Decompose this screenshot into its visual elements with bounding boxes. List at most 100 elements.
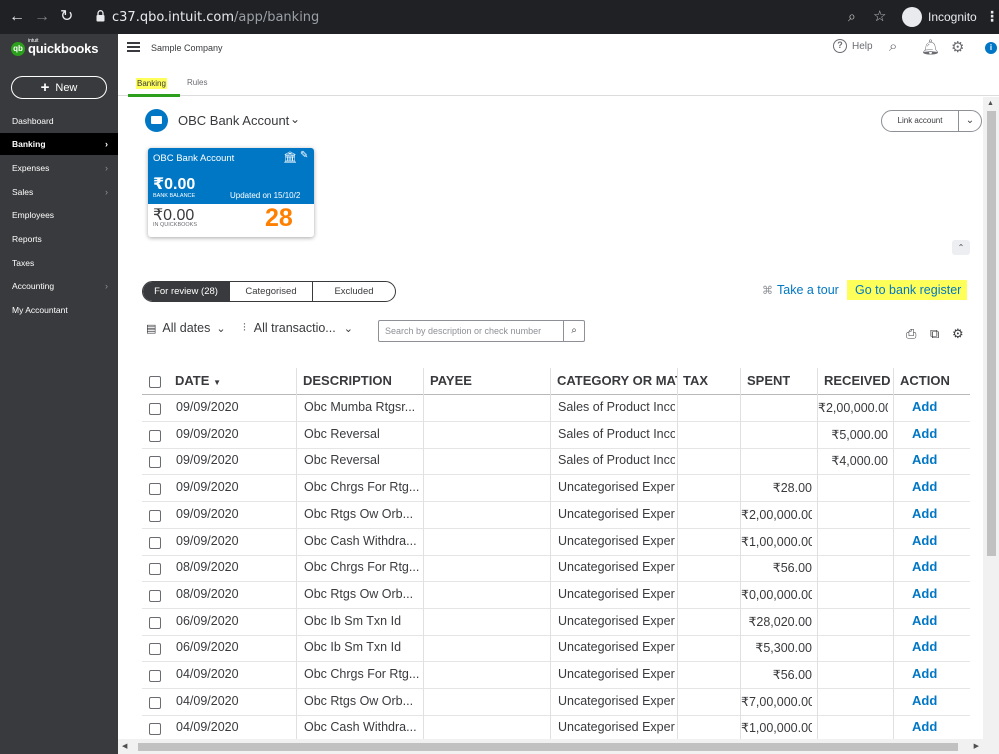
row-checkbox[interactable] xyxy=(149,643,161,656)
help-button[interactable]: ? Help xyxy=(833,39,873,53)
row-checkbox[interactable] xyxy=(149,429,161,442)
info-badge[interactable]: i xyxy=(985,42,997,54)
sidebar-item-reports[interactable]: Reports xyxy=(0,228,118,250)
table-row[interactable]: 06/09/2020 Obc Ib Sm Txn Id Uncategorised … xyxy=(142,609,970,636)
tab-rules[interactable]: Rules xyxy=(187,78,207,87)
sidebar-item-sales[interactable]: Sales › xyxy=(0,181,118,203)
cell-category[interactable]: Uncategorised Exper xyxy=(558,614,675,628)
back-arrow-icon[interactable]: ← xyxy=(9,8,25,26)
search-icon[interactable]: ⌕ xyxy=(889,38,897,55)
tab-categorised[interactable]: Categorised xyxy=(230,282,313,301)
cell-category[interactable]: Uncategorised Exper xyxy=(558,720,675,734)
chevron-down-icon[interactable]: ⌄ xyxy=(290,112,300,126)
row-checkbox[interactable] xyxy=(149,589,161,602)
table-row[interactable]: 08/09/2020 Obc Rtgs Ow Orb... Uncategorise… xyxy=(142,582,970,609)
cell-category[interactable]: Sales of Product Inco xyxy=(558,400,675,414)
quickbooks-logo[interactable]: qb intuit quickbooks xyxy=(11,38,98,56)
row-checkbox[interactable] xyxy=(149,670,161,682)
column-header-payee[interactable]: PAYEE xyxy=(430,373,472,388)
account-selector[interactable]: OBC Bank Account xyxy=(178,113,289,128)
browser-menu-icon[interactable]: ⋮ xyxy=(985,8,999,25)
row-checkbox[interactable] xyxy=(149,616,161,629)
take-a-tour-link[interactable]: ⌘ Take a tour xyxy=(762,283,839,297)
link-account-label[interactable]: Link account xyxy=(882,111,959,131)
row-checkbox[interactable] xyxy=(149,563,161,576)
transaction-filter-dropdown[interactable]: ⫶ All transactio... ⌄ xyxy=(243,321,353,335)
horizontal-scrollbar[interactable]: ◀ ▶ xyxy=(118,739,983,754)
row-checkbox[interactable] xyxy=(149,696,161,709)
row-checkbox[interactable] xyxy=(149,456,161,469)
add-button[interactable]: Add xyxy=(912,533,937,548)
cell-category[interactable]: Uncategorised Exper xyxy=(558,587,675,601)
cell-category[interactable]: Uncategorised Exper xyxy=(558,534,675,548)
table-row[interactable]: 06/09/2020 Obc Ib Sm Txn Id Uncategorised … xyxy=(142,635,970,663)
add-button[interactable]: Add xyxy=(912,613,937,628)
table-row[interactable]: 09/09/2020 Obc Cash Withdra... Uncategoris… xyxy=(142,529,970,556)
bookmark-star-icon[interactable]: ☆ xyxy=(873,7,886,25)
sidebar-item-my-accountant[interactable]: My Accountant xyxy=(0,299,118,321)
add-button[interactable]: Add xyxy=(912,506,937,521)
column-header-category[interactable]: CATEGORY OR MAT xyxy=(557,373,677,388)
table-row[interactable]: 08/09/2020 Obc Chrgs For Rtg... Uncategori… xyxy=(142,555,970,583)
horizontal-scroll-thumb[interactable] xyxy=(138,743,958,751)
table-row[interactable]: 04/09/2020 Obc Chrgs For Rtg... Uncategori… xyxy=(142,662,970,689)
cell-category[interactable]: Uncategorised Exper xyxy=(558,480,675,494)
tab-banking[interactable]: Banking xyxy=(128,78,180,97)
hamburger-menu-icon[interactable] xyxy=(127,42,140,52)
add-button[interactable]: Add xyxy=(912,452,937,467)
row-checkbox[interactable] xyxy=(149,723,161,736)
cell-category[interactable]: Uncategorised Exper xyxy=(558,507,675,521)
cell-category[interactable]: Uncategorised Exper xyxy=(558,560,675,574)
table-row[interactable]: 09/09/2020 Obc Chrgs For Rtg... Uncategori… xyxy=(142,475,970,503)
table-row[interactable]: 09/09/2020 Obc Reversal Sales of Product I… xyxy=(142,422,970,449)
add-button[interactable]: Add xyxy=(912,693,937,708)
column-header-tax[interactable]: TAX xyxy=(683,373,708,388)
scroll-right-arrow-icon[interactable]: ▶ xyxy=(974,742,979,750)
table-row[interactable]: 04/09/2020 Obc Rtgs Ow Orb... Uncategorise… xyxy=(142,689,970,716)
search-input[interactable] xyxy=(379,321,563,341)
export-icon[interactable]: ⧉ xyxy=(930,326,939,342)
date-filter-dropdown[interactable]: ▤ All dates ⌄ xyxy=(146,321,226,335)
print-icon[interactable]: ⎙ xyxy=(906,326,916,342)
forward-arrow-icon[interactable]: → xyxy=(34,8,50,26)
table-row[interactable]: 09/09/2020 Obc Reversal Sales of Product I… xyxy=(142,448,970,476)
scroll-left-arrow-icon[interactable]: ◀ xyxy=(122,742,127,750)
sidebar-item-accounting[interactable]: Accounting › xyxy=(0,275,118,297)
link-account-button[interactable]: Link account ⌄ xyxy=(881,110,982,132)
column-header-spent[interactable]: SPENT xyxy=(747,373,790,388)
vertical-scroll-thumb[interactable] xyxy=(987,111,996,556)
vertical-scrollbar[interactable]: ▲ xyxy=(983,97,999,754)
search-icon[interactable]: ⌕ xyxy=(563,321,584,341)
zoom-icon[interactable]: ⌕ xyxy=(848,8,856,25)
sidebar-item-banking[interactable]: Banking › xyxy=(0,133,118,155)
table-row[interactable]: 09/09/2020 Obc Mumba Rtgsr... Sales of Pro… xyxy=(142,395,970,422)
new-button[interactable]: + New xyxy=(11,76,107,99)
add-button[interactable]: Add xyxy=(912,666,937,681)
sidebar-item-expenses[interactable]: Expenses › xyxy=(0,157,118,179)
tab-for-review[interactable]: For review (28) xyxy=(143,282,230,301)
column-header-received[interactable]: RECEIVED xyxy=(824,373,890,388)
add-button[interactable]: Add xyxy=(912,639,937,654)
column-header-date[interactable]: DATE ▼ xyxy=(175,373,221,388)
edit-pencil-icon[interactable]: ✎ xyxy=(300,150,308,161)
chevron-down-icon[interactable]: ⌄ xyxy=(959,111,981,131)
cell-category[interactable]: Sales of Product Inco xyxy=(558,453,675,467)
cell-category[interactable]: Uncategorised Exper xyxy=(558,667,675,681)
add-button[interactable]: Add xyxy=(912,559,937,574)
row-checkbox[interactable] xyxy=(149,483,161,496)
address-bar[interactable]: c37.qbo.intuit.com/app/banking xyxy=(86,4,901,30)
account-card[interactable]: OBC Bank Account 🏛︎ ✎ ₹0.00 BANK BALANCE… xyxy=(148,148,314,237)
reload-icon[interactable]: ↻ xyxy=(60,8,73,26)
sidebar-item-dashboard[interactable]: Dashboard xyxy=(0,110,118,132)
sidebar-item-employees[interactable]: Employees xyxy=(0,204,118,226)
select-all-checkbox[interactable] xyxy=(149,376,161,388)
tab-excluded[interactable]: Excluded xyxy=(313,282,395,301)
table-row[interactable]: 09/09/2020 Obc Rtgs Ow Orb... Uncategorise… xyxy=(142,502,970,529)
table-settings-gear-icon[interactable]: ⚙ xyxy=(952,326,964,342)
go-to-bank-register-link[interactable]: Go to bank register xyxy=(847,280,968,300)
row-checkbox[interactable] xyxy=(149,403,161,415)
add-button[interactable]: Add xyxy=(912,719,937,734)
add-button[interactable]: Add xyxy=(912,399,937,414)
cell-category[interactable]: Sales of Product Inco xyxy=(558,427,675,441)
settings-gear-icon[interactable]: ⚙ xyxy=(951,38,964,56)
